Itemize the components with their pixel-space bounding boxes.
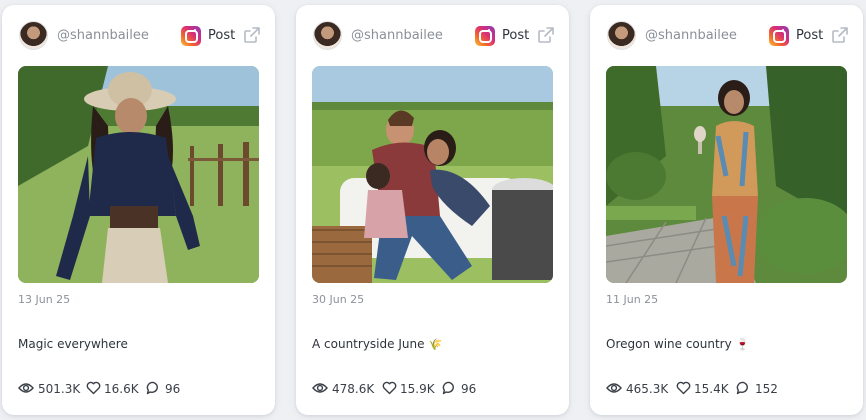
card-header: @shannbailee Post xyxy=(313,21,555,51)
avatar[interactable] xyxy=(607,21,636,50)
post-caption: Magic everywhere xyxy=(18,337,132,351)
external-link-icon[interactable] xyxy=(831,26,849,44)
account-handle[interactable]: @shannbailee xyxy=(645,28,737,43)
post-type-label: Post xyxy=(796,28,824,43)
caption-text: Oregon wine country xyxy=(606,337,732,351)
account-handle[interactable]: @shannbailee xyxy=(351,28,443,43)
likes-count: 15.4K xyxy=(694,382,729,396)
eye-icon xyxy=(606,383,622,393)
avatar[interactable] xyxy=(313,21,342,50)
heart-icon xyxy=(86,381,101,395)
views-count: 465.3K xyxy=(626,382,669,396)
eye-icon xyxy=(312,383,328,393)
post-card[interactable]: @shannbailee Post xyxy=(2,5,275,415)
account-handle[interactable]: @shannbailee xyxy=(57,28,149,43)
comments-count: 152 xyxy=(755,382,778,396)
likes-count: 15.9K xyxy=(400,382,435,396)
post-date: 11 Jun 25 xyxy=(606,293,659,306)
post-caption: Oregon wine country 🍷 xyxy=(606,337,749,351)
post-card[interactable]: @shannbailee Post xyxy=(590,5,863,415)
views-count: 501.3K xyxy=(38,382,81,396)
post-type-label: Post xyxy=(208,28,236,43)
post-image[interactable] xyxy=(606,66,847,283)
external-link-icon[interactable] xyxy=(243,26,261,44)
comments-count: 96 xyxy=(165,382,181,396)
instagram-icon xyxy=(475,26,495,46)
external-link-icon[interactable] xyxy=(537,26,555,44)
caption-text: A countryside June xyxy=(312,337,425,351)
post-image[interactable] xyxy=(312,66,553,283)
post-card-grid: @shannbailee Post 13 Jun 25 Magic everyw… xyxy=(0,0,866,420)
post-type-label: Post xyxy=(502,28,530,43)
post-caption: A countryside June 🌾 xyxy=(312,337,442,351)
post-date: 13 Jun 25 xyxy=(18,293,71,306)
instagram-icon xyxy=(769,26,789,46)
instagram-icon xyxy=(181,26,201,46)
post-image[interactable] xyxy=(18,66,259,283)
comment-icon xyxy=(442,381,454,395)
heart-icon xyxy=(382,381,397,395)
views-count: 478.6K xyxy=(332,382,375,396)
caption-emoji: 🍷 xyxy=(735,338,750,351)
caption-text: Magic everywhere xyxy=(18,337,128,351)
comment-icon xyxy=(736,381,748,395)
card-header: @shannbailee Post xyxy=(607,21,849,51)
caption-emoji: 🌾 xyxy=(428,338,443,351)
post-date: 30 Jun 25 xyxy=(312,293,365,306)
avatar[interactable] xyxy=(19,21,48,50)
heart-icon xyxy=(676,381,691,395)
likes-count: 16.6K xyxy=(104,382,139,396)
comment-icon xyxy=(146,381,158,395)
eye-icon xyxy=(18,383,34,393)
comments-count: 96 xyxy=(461,382,477,396)
post-card[interactable]: @shannbailee Post xyxy=(296,5,569,415)
card-header: @shannbailee Post xyxy=(19,21,261,51)
